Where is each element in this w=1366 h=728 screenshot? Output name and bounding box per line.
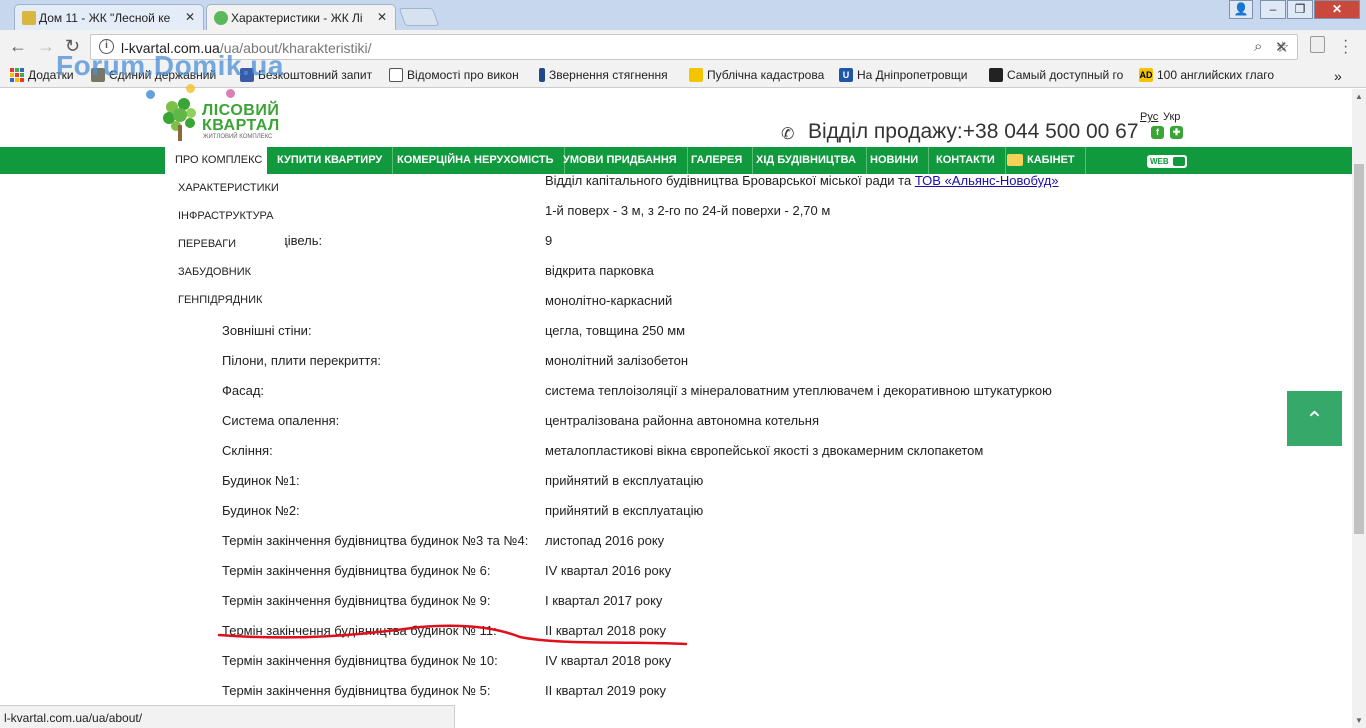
tab-favicon-icon [214, 11, 228, 25]
nav-about[interactable]: ПРО КОМПЛЕКС [165, 147, 267, 174]
tab-title: Дом 11 - ЖК "Лесной ке [39, 10, 171, 25]
chevron-up-icon: ⌃ [1305, 407, 1324, 432]
page-scrollbar[interactable]: ▲ ▼ [1352, 89, 1366, 728]
bookmark-favicon-icon [689, 68, 703, 82]
bookmark-label: Публічна кадастрова [707, 68, 825, 82]
watermark-dot [146, 90, 155, 99]
nav-cabinet[interactable]: КАБІНЕТ [1001, 147, 1086, 174]
nav-gallery[interactable]: ГАЛЕРЕЯ [681, 147, 754, 174]
profile-icon[interactable]: 👤 [1229, 0, 1253, 19]
minimize-button[interactable]: – [1260, 0, 1286, 19]
bookmarks-overflow-button[interactable]: » [1334, 68, 1342, 84]
dropdown-item-advantages[interactable]: ПЕРЕВАГИ [178, 238, 236, 250]
dropdown-item-infrastructure[interactable]: ІНФРАСТРУКТУРА [178, 210, 274, 222]
nav-buy-apartment[interactable]: КУПИТИ КВАРТИРУ [267, 147, 394, 174]
envelope-icon [1007, 154, 1023, 166]
back-arrow-icon[interactable]: ← [9, 36, 27, 57]
watermark-dot [186, 84, 195, 93]
nav-news[interactable]: НОВИНИ [860, 147, 930, 174]
bookmark-favicon-icon: AD [1139, 68, 1153, 82]
bookmark-item[interactable]: U На Дніпропетровщи [839, 68, 968, 82]
facebook-icon[interactable]: f [1151, 126, 1164, 139]
browser-titlebar: Дом 11 - ЖК "Лесной ке ✕ Характеристики … [0, 0, 1366, 30]
web-label: WEB [1150, 157, 1169, 166]
tab-close-icon[interactable]: ✕ [185, 10, 195, 24]
status-bar: l-kvartal.com.ua/ua/about/ [0, 705, 455, 728]
apps-grid-icon [10, 68, 24, 82]
maximize-button[interactable]: ❐ [1287, 0, 1313, 19]
tab-kharakteristiki[interactable]: Характеристики - ЖК Лі ✕ [206, 4, 396, 30]
nav-purchase-terms[interactable]: УМОВИ ПРИДБАННЯ [553, 147, 688, 174]
tree-logo-icon [163, 98, 196, 141]
sales-phone: Відділ продажу:+38 044 500 00 67 [808, 120, 1139, 143]
watermark-dot [226, 89, 235, 98]
nav-contacts[interactable]: КОНТАКТИ [926, 147, 1006, 174]
lang-ru-link[interactable]: Рус [1140, 111, 1158, 123]
bookmark-label: Відомості про викон [407, 68, 519, 82]
social-icon[interactable]: ✚ [1170, 126, 1183, 139]
scroll-to-top-button[interactable]: ⌃ [1287, 391, 1342, 446]
bookmark-item[interactable]: Публічна кадастрова [689, 68, 824, 82]
close-window-button[interactable]: ✕ [1314, 0, 1360, 19]
logo-text-line2: КВАРТАЛ [202, 117, 280, 134]
tab-dom-11[interactable]: Дом 11 - ЖК "Лесной ке ✕ [14, 4, 204, 30]
logo-subtitle: ЖИТЛОВИЙ КОМПЛЕКС [203, 134, 273, 140]
forum-watermark: Forum.Domik.ua [56, 50, 284, 81]
phone-icon: ✆ [781, 126, 795, 143]
scroll-down-arrow-icon[interactable]: ▼ [1355, 716, 1363, 725]
scrollbar-thumb[interactable] [1354, 164, 1364, 534]
bookmark-item[interactable]: AD 100 английских глаго [1139, 68, 1274, 82]
bookmark-item[interactable]: Самый доступный го [989, 68, 1123, 82]
bookmark-label: Звернення стягнення [549, 68, 668, 82]
bookmark-favicon-icon [989, 68, 1003, 82]
bookmark-item[interactable]: Звернення стягнення [539, 68, 668, 82]
bookmark-favicon-icon: U [839, 68, 853, 82]
bookmark-favicon-icon [539, 68, 545, 82]
dropdown-item-developer[interactable]: ЗАБУДОВНИК [178, 266, 251, 278]
new-tab-button[interactable] [398, 8, 440, 26]
tab-title: Характеристики - ЖК Лі [231, 10, 363, 25]
bookmark-favicon-icon [389, 68, 403, 82]
nav-cabinet-label: КАБІНЕТ [1027, 154, 1075, 166]
dropdown-item-general-contractor[interactable]: ГЕНПІДРЯДНИК [178, 294, 262, 306]
tab-favicon-icon [22, 11, 36, 25]
bookmark-item[interactable]: Відомості про викон [389, 68, 519, 82]
forward-arrow-icon[interactable]: → [37, 36, 55, 57]
zoom-icon[interactable]: ⌕ [1254, 38, 1262, 55]
nav-commercial[interactable]: КОМЕРЦІЙНА НЕРУХОМІСТЬ [387, 147, 565, 174]
dropdown-item-characteristics[interactable]: ХАРАКТЕРИСТИКИ [178, 182, 279, 194]
scroll-up-arrow-icon[interactable]: ▲ [1355, 92, 1363, 101]
extension-icon[interactable] [1310, 36, 1325, 53]
web-camera-button[interactable]: WEB [1147, 155, 1187, 168]
tab-close-icon[interactable]: ✕ [377, 10, 387, 24]
lang-ua-link[interactable]: Укр [1163, 111, 1180, 123]
bookmark-label: 100 английских глаго [1157, 68, 1275, 82]
about-dropdown-menu: ХАРАКТЕРИСТИКИ ІНФРАСТРУКТУРА ПЕРЕВАГИ З… [165, 174, 285, 314]
bookmark-label: На Дніпропетровщи [857, 68, 968, 82]
nav-construction-progress[interactable]: ХІД БУДІВНИЦТВА [746, 147, 867, 174]
menu-icon[interactable]: · · · [1343, 33, 1348, 61]
bookmark-star-icon[interactable]: ☆ [1276, 38, 1289, 56]
camera-icon [1173, 157, 1185, 166]
page-content: Відділ капітального будівництва Броварсь… [0, 89, 1352, 705]
bookmark-label: Самый доступный го [1007, 68, 1124, 82]
